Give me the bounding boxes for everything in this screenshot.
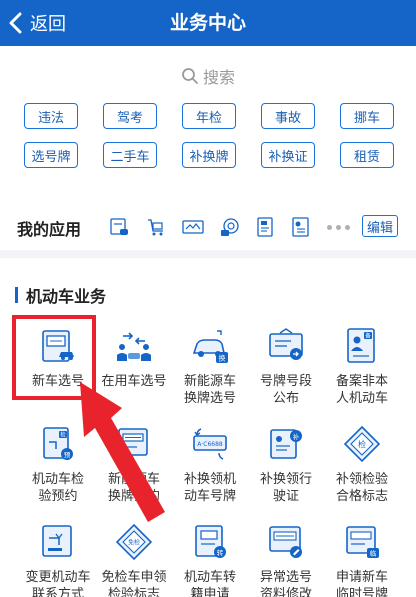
service-label: 补换领行 驶证 — [259, 472, 312, 504]
tag-replace-license[interactable]: 补换证 — [261, 142, 315, 168]
service-item-new-energy-plate[interactable]: 换 新能源车 换牌选号 — [172, 327, 248, 425]
svg-text:备: 备 — [365, 332, 371, 340]
inspection-booking-icon: 检预 — [43, 427, 73, 460]
tag-move-car[interactable]: 挪车 — [340, 103, 394, 129]
service-label: 申请新车 临时号牌 — [335, 570, 388, 597]
chevron-left-icon — [9, 12, 22, 34]
service-item-abnormal-edit[interactable]: 异常选号 资料修改 — [248, 523, 324, 597]
service-item-record-vehicle[interactable]: 备 备案非本 人机动车 — [324, 327, 400, 425]
certificate-app-icon[interactable] — [290, 216, 312, 238]
new-car-plate-icon — [42, 330, 74, 362]
license-app-icon[interactable] — [219, 216, 241, 238]
back-label: 返回 — [30, 14, 66, 35]
tag-used-car[interactable]: 二手车 — [103, 142, 157, 168]
new-energy-car-icon: 换 — [192, 330, 228, 363]
exempt-mark-icon: 免检 — [115, 523, 153, 561]
quick-tags: 违法 驾考 年检 事故 挪车 选号牌 二手车 补换牌 补换证 租赁 — [24, 103, 396, 168]
inspection-mark-icon: 检 — [343, 425, 381, 463]
service-item-exempt-mark[interactable]: 免检 免检车申领 检验标志 — [96, 523, 172, 597]
service-item-inspection-booking[interactable]: 检预 机动车检 验预约 — [20, 425, 96, 523]
service-label: 新车选号 — [31, 374, 84, 389]
plate-range-icon — [269, 328, 303, 360]
service-label: 补换领机 动车号牌 — [183, 472, 236, 504]
abnormal-edit-icon — [269, 526, 302, 558]
search-icon — [182, 68, 198, 84]
service-label: 在用车选号 — [101, 374, 167, 389]
svg-text:补: 补 — [293, 432, 300, 441]
replace-plate-icon: A·C6688 — [193, 428, 227, 460]
app-header: 返回 业务中心 — [0, 0, 416, 46]
search-placeholder: 搜索 — [202, 68, 235, 87]
my-apps-row: 我的应用 编辑 — [0, 208, 416, 244]
tag-accident[interactable]: 事故 — [261, 103, 315, 129]
tag-annual-inspection[interactable]: 年检 — [182, 103, 236, 129]
svg-text:检: 检 — [358, 439, 366, 449]
svg-text:免检: 免检 — [128, 539, 140, 547]
service-item-change-contact[interactable]: 变更机动车 联系方式 — [20, 523, 96, 597]
service-label: 免检车申领 检验标志 — [101, 570, 167, 597]
service-item-transfer[interactable]: 转 机动车转 籍申请 — [172, 523, 248, 597]
change-contact-icon — [42, 525, 72, 557]
search-bar[interactable]: 搜索 — [0, 64, 416, 88]
service-item-temp-plate[interactable]: 临 申请新车 临时号牌 — [324, 523, 400, 597]
service-label: 号牌号段 公布 — [259, 374, 312, 406]
transfer-icon: 转 — [195, 525, 226, 558]
edit-button[interactable]: 编辑 — [362, 215, 398, 237]
service-label: 新能源车 换牌选号 — [183, 374, 236, 406]
service-label: 机动车转 籍申请 — [183, 570, 236, 597]
back-button[interactable]: 返回 — [8, 0, 66, 46]
service-grid: 新车选号 在用车选号 换 新能源车 换牌选号 号牌号段 公布 备 备案非本 人机… — [20, 327, 400, 597]
service-label: 异常选号 资料修改 — [259, 570, 312, 597]
service-item-replace-plate[interactable]: A·C6688 补换领机 动车号牌 — [172, 425, 248, 523]
svg-text:转: 转 — [217, 548, 224, 557]
svg-text:A·C6688: A·C6688 — [197, 441, 223, 448]
service-label: 新能源车 换牌预约 — [107, 472, 160, 504]
service-label: 机动车检 验预约 — [31, 472, 84, 504]
replace-license-icon: 补 — [270, 429, 302, 459]
more-dots-icon — [327, 225, 350, 230]
service-item-inspection-mark[interactable]: 检 补领检验 合格标志 — [324, 425, 400, 523]
my-apps-title: 我的应用 — [17, 220, 82, 239]
service-label: 备案非本 人机动车 — [335, 374, 388, 406]
tag-choose-plate[interactable]: 选号牌 — [24, 142, 78, 168]
record-vehicle-icon: 备 — [347, 328, 375, 363]
service-item-new-energy-booking[interactable]: 新能源车 换牌预约 — [96, 425, 172, 523]
new-energy-booking-icon — [118, 428, 148, 456]
service-item-new-car-plate[interactable]: 新车选号 — [20, 327, 96, 425]
svg-text:预: 预 — [64, 450, 71, 459]
section-title: 机动车业务 — [26, 287, 107, 306]
section-header: 机动车业务 — [15, 285, 107, 306]
service-item-replace-license[interactable]: 补 补换领行 驶证 — [248, 425, 324, 523]
cart-app-icon[interactable] — [145, 216, 167, 238]
temp-plate-icon: 临 — [346, 526, 379, 558]
tag-rental[interactable]: 租赁 — [340, 142, 394, 168]
service-item-used-car-plate[interactable]: 在用车选号 — [96, 327, 172, 425]
svg-text:换: 换 — [219, 354, 226, 363]
service-item-plate-range[interactable]: 号牌号段 公布 — [248, 327, 324, 425]
tag-replace-plate[interactable]: 补换牌 — [182, 142, 236, 168]
service-label: 补领检验 合格标志 — [335, 472, 388, 504]
plate-card-app-icon[interactable] — [182, 216, 204, 238]
new-car-app-icon[interactable] — [108, 216, 130, 238]
tag-violation[interactable]: 违法 — [24, 103, 78, 129]
service-label: 变更机动车 联系方式 — [25, 570, 91, 597]
section-divider — [0, 250, 416, 258]
section-accent-bar — [15, 287, 18, 303]
used-car-people-icon — [117, 332, 151, 361]
svg-text:检: 检 — [60, 431, 66, 439]
tag-driving-test[interactable]: 驾考 — [103, 103, 157, 129]
document-app-icon[interactable] — [255, 216, 277, 238]
svg-text:临: 临 — [370, 549, 377, 558]
